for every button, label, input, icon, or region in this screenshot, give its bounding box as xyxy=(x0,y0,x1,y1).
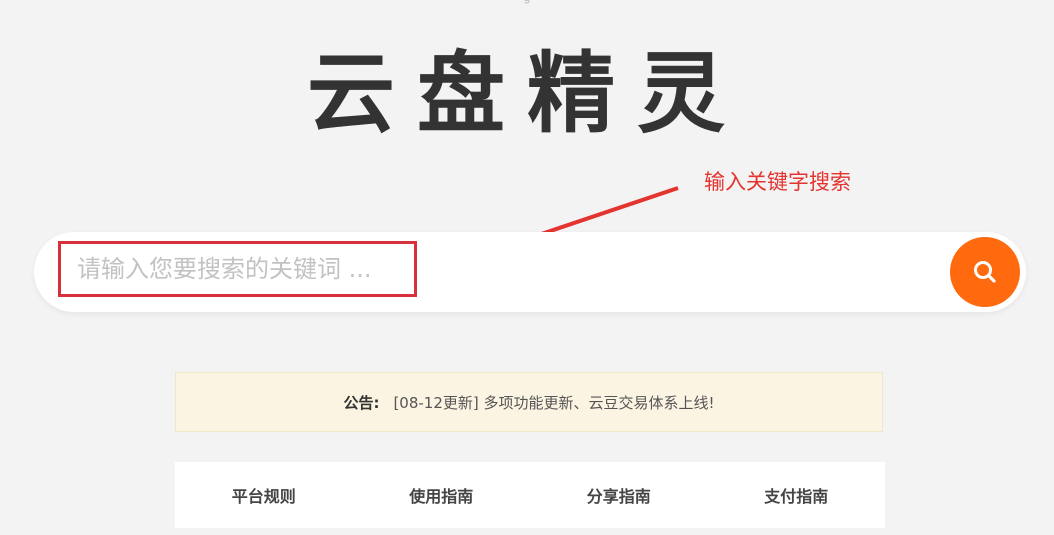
notice-text: [08-12更新] 多项功能更新、云豆交易体系上线! xyxy=(393,393,715,412)
nav-item-usage-guide[interactable]: 使用指南 xyxy=(353,462,531,528)
search-button[interactable] xyxy=(950,237,1020,307)
notice-label: 公告: xyxy=(343,393,380,412)
search-icon xyxy=(974,261,996,283)
notice-banner: 公告: [08-12更新] 多项功能更新、云豆交易体系上线! xyxy=(175,372,883,432)
top-glyph: g xyxy=(523,0,531,4)
nav-item-platform-rules[interactable]: 平台规则 xyxy=(175,462,353,528)
guide-nav: 平台规则 使用指南 分享指南 支付指南 xyxy=(175,462,885,528)
search-input[interactable] xyxy=(61,244,414,294)
annotation-label: 输入关键字搜索 xyxy=(704,170,851,194)
search-bar xyxy=(34,232,1026,312)
search-input-highlight xyxy=(58,241,417,297)
nav-item-share-guide[interactable]: 分享指南 xyxy=(530,462,708,528)
nav-item-payment-guide[interactable]: 支付指南 xyxy=(708,462,886,528)
logo-title: 云盘精灵 xyxy=(306,42,747,145)
